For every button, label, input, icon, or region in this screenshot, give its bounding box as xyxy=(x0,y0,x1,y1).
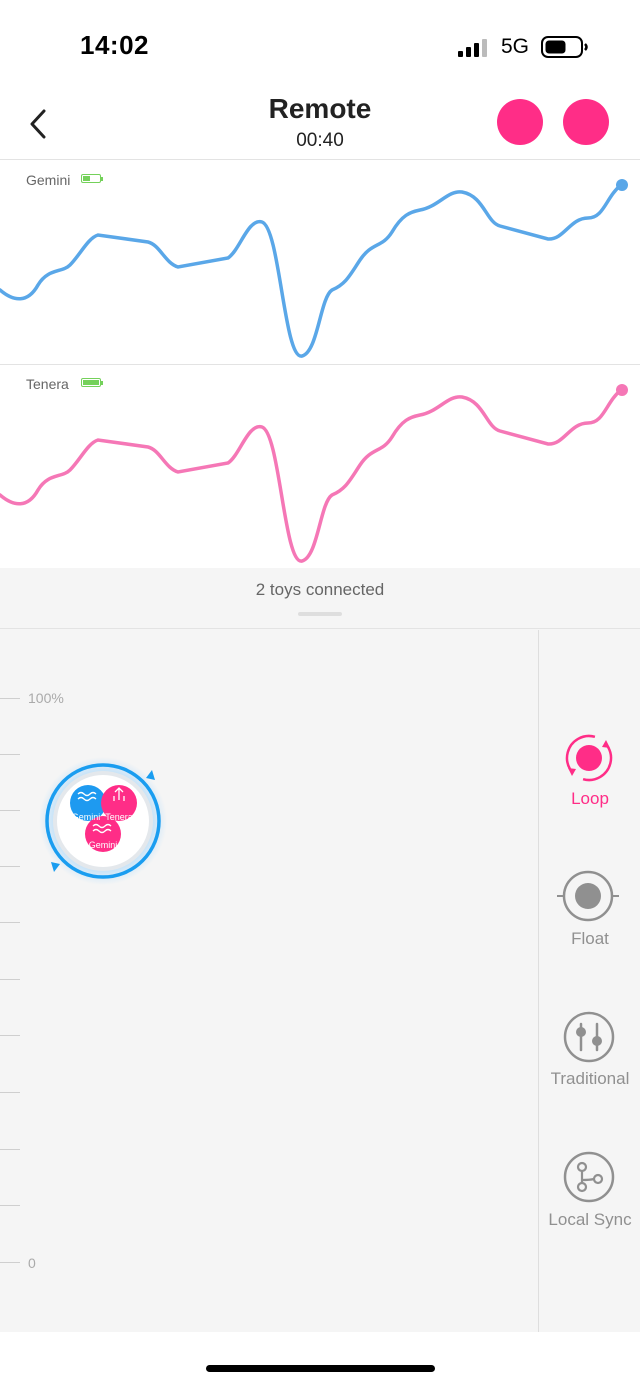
toy-bubble-label: Gemini xyxy=(72,812,101,822)
scale-tick xyxy=(0,1205,20,1206)
tenera-intensity-graph xyxy=(0,384,628,563)
toy-control-knob[interactable]: Gemini Tenera Gemini xyxy=(38,756,168,886)
scale-tick xyxy=(0,698,20,699)
scale-tick xyxy=(0,810,20,811)
toy-bubble-label: Gemini xyxy=(89,840,118,850)
scale-tick xyxy=(0,979,20,980)
loop-icon xyxy=(565,734,613,782)
sync-icon xyxy=(563,1151,615,1203)
scale-tick xyxy=(0,1262,20,1263)
page-title: Remote xyxy=(268,93,372,124)
scale-tick xyxy=(0,1092,20,1093)
scale-tick xyxy=(0,866,20,867)
network-type: 5G xyxy=(501,35,530,58)
home-indicator[interactable] xyxy=(206,1365,435,1372)
sliders-icon xyxy=(563,1011,615,1063)
scale-tick xyxy=(0,922,20,923)
scale-tick xyxy=(0,1149,20,1150)
home-bar-area xyxy=(0,1332,640,1387)
mode-float-label: Float xyxy=(571,929,609,948)
gemini-intensity-graph xyxy=(0,179,628,358)
toy-bubble-label: Tenera xyxy=(105,812,133,822)
mode-traditional-label: Traditional xyxy=(550,1069,630,1088)
scale-tick xyxy=(0,754,20,755)
drag-handle[interactable] xyxy=(298,612,342,616)
battery-icon xyxy=(541,36,588,58)
connection-status: 2 toys connected xyxy=(255,580,385,599)
avatar[interactable] xyxy=(563,99,609,145)
mode-loop-label: Loop xyxy=(571,789,609,808)
divider xyxy=(0,628,640,629)
scale-tick xyxy=(0,1035,20,1036)
status-time: 14:02 xyxy=(80,30,149,60)
mode-panel-divider xyxy=(538,630,539,1332)
session-timer: 00:40 xyxy=(296,130,344,151)
mode-local-sync-label: Local Sync xyxy=(548,1210,632,1229)
cellular-signal-icon xyxy=(458,39,487,57)
scale-min-label: 0 xyxy=(28,1255,36,1271)
float-icon xyxy=(557,870,619,922)
avatar[interactable] xyxy=(497,99,543,145)
scale-max-label: 100% xyxy=(28,690,64,706)
